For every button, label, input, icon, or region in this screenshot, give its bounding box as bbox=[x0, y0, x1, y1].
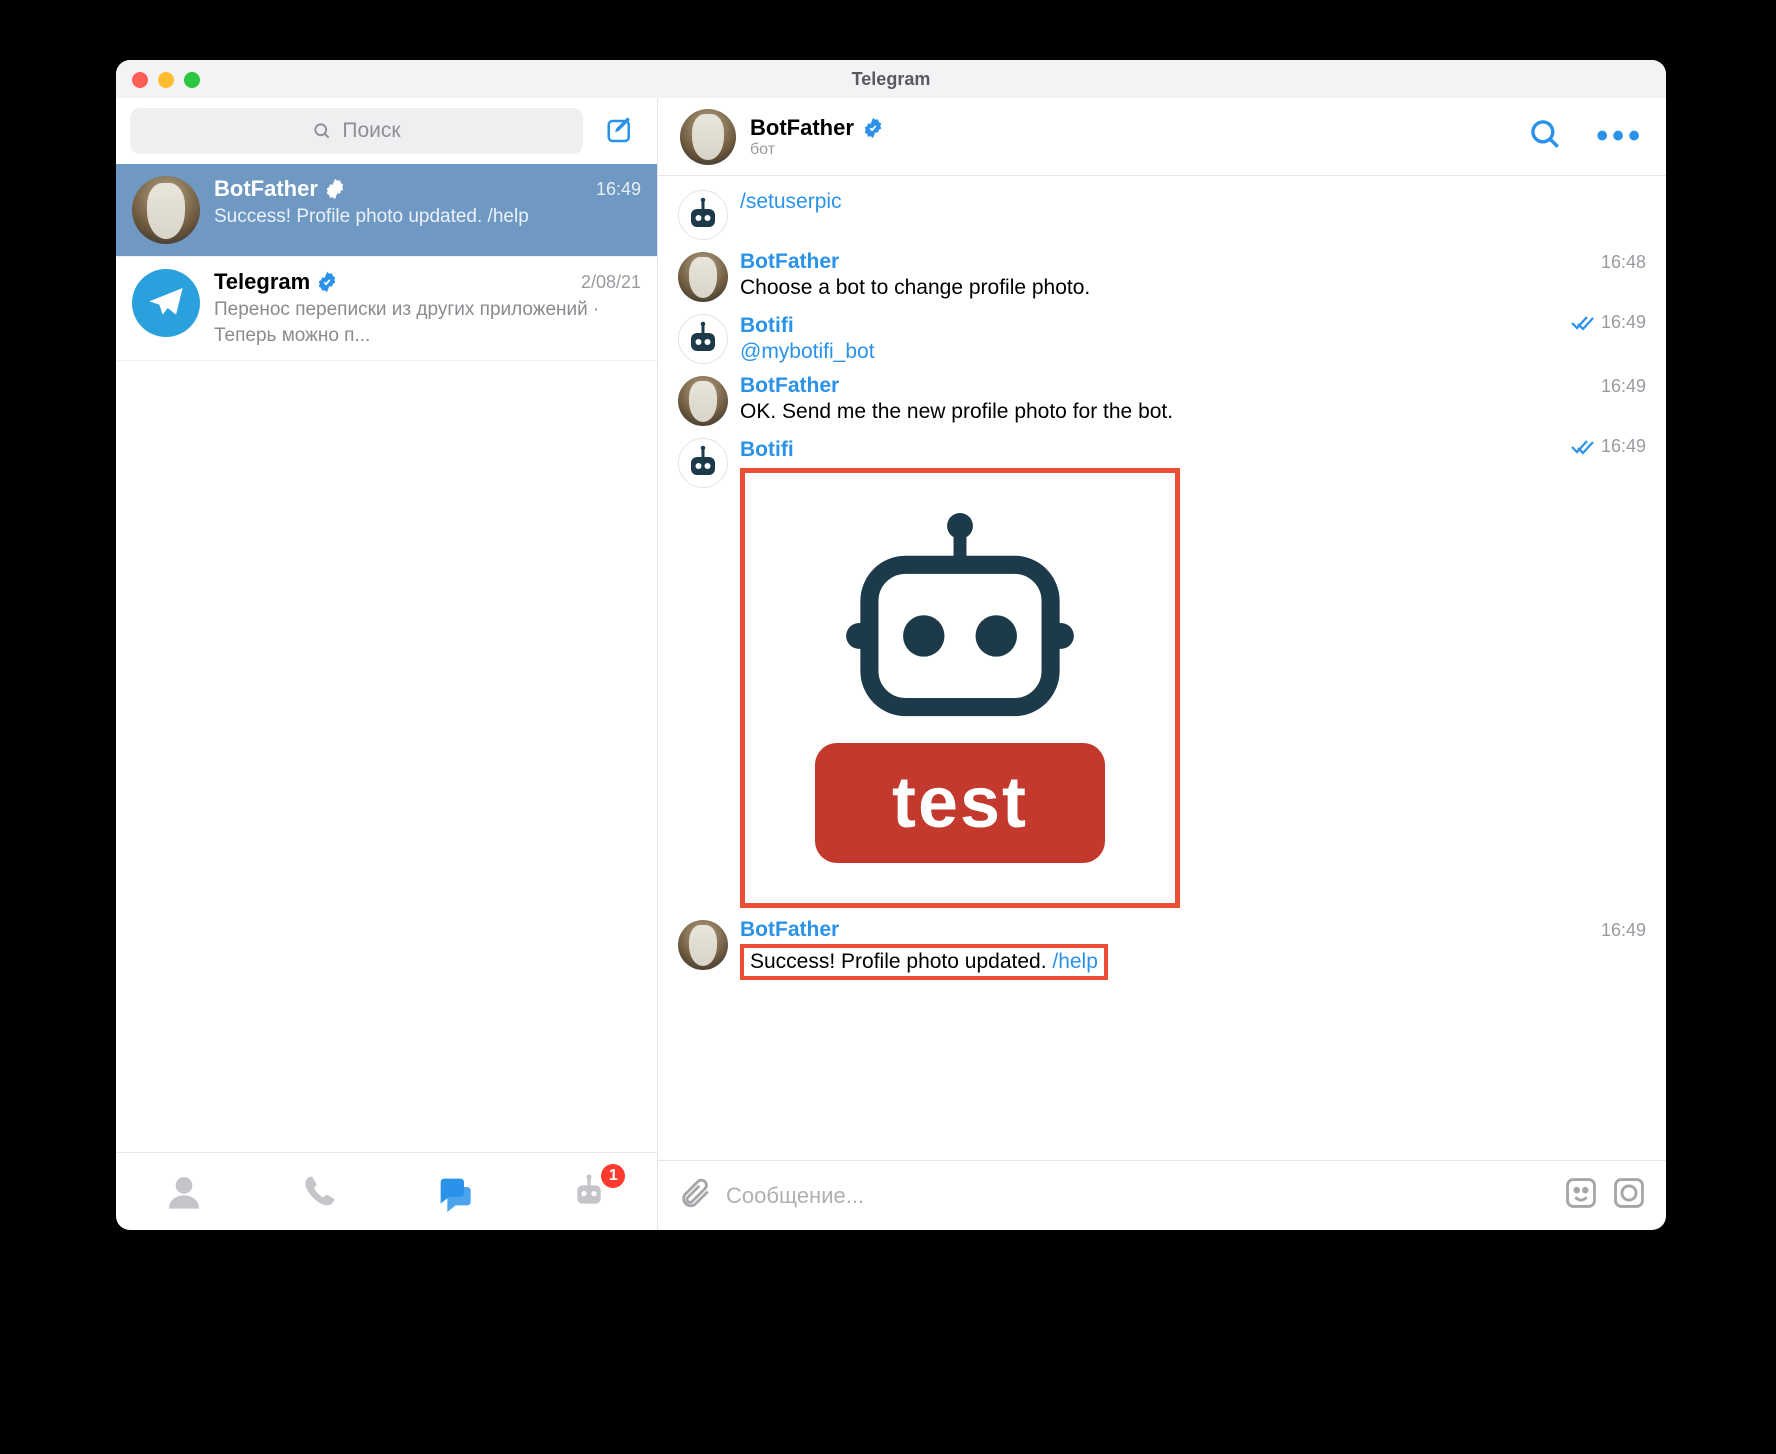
sticker-button[interactable] bbox=[1564, 1176, 1598, 1215]
window-title: Telegram bbox=[852, 69, 931, 90]
chat-preview: Перенос переписки из других приложений ·… bbox=[214, 297, 641, 348]
sender-name: BotFather bbox=[740, 374, 839, 398]
messages[interactable]: /setuserpic BotFather 16:48 Choose a bot… bbox=[658, 176, 1666, 1160]
message-time: 16:49 bbox=[1601, 436, 1646, 457]
composer bbox=[658, 1160, 1666, 1230]
phone-icon bbox=[299, 1172, 339, 1212]
chat-time: 16:49 bbox=[596, 179, 641, 200]
verified-icon bbox=[316, 271, 338, 293]
chat-preview: Success! Profile photo updated. /help bbox=[214, 204, 641, 230]
avatar bbox=[132, 269, 200, 337]
highlighted-message: Success! Profile photo updated. /help bbox=[740, 944, 1108, 980]
message: BotFather 16:49 Success! Profile photo u… bbox=[678, 918, 1646, 980]
circle-icon bbox=[1612, 1176, 1646, 1210]
robot-icon bbox=[830, 513, 1090, 733]
search-placeholder: Поиск bbox=[342, 119, 400, 143]
sender-name: Botifi bbox=[740, 314, 794, 338]
avatar bbox=[132, 176, 200, 244]
compose-icon bbox=[605, 116, 635, 146]
verified-icon bbox=[862, 117, 884, 139]
photo-label: test bbox=[815, 743, 1105, 863]
chat-name: Telegram bbox=[214, 269, 310, 295]
header-subtitle: бот bbox=[750, 141, 1514, 159]
avatar bbox=[678, 438, 728, 488]
nav-contacts[interactable] bbox=[154, 1168, 214, 1216]
nav-calls[interactable] bbox=[289, 1168, 349, 1216]
chat-item-telegram[interactable]: Telegram 2/08/21 Перенос переписки из др… bbox=[116, 257, 657, 361]
message-time: 16:49 bbox=[1601, 376, 1646, 397]
window-controls bbox=[132, 72, 200, 88]
maximize-window-button[interactable] bbox=[184, 72, 200, 88]
message: BotFather 16:49 OK. Send me the new prof… bbox=[678, 374, 1646, 426]
message: BotFather 16:48 Choose a bot to change p… bbox=[678, 250, 1646, 302]
message-time: 16:49 bbox=[1601, 312, 1646, 333]
chats-icon bbox=[434, 1172, 474, 1212]
chat-header: BotFather бот ••• bbox=[658, 98, 1666, 176]
compose-button[interactable] bbox=[597, 108, 643, 154]
nav-chats[interactable] bbox=[424, 1168, 484, 1216]
message-time: 16:49 bbox=[1601, 920, 1646, 941]
message-input[interactable] bbox=[726, 1183, 1550, 1209]
search-input[interactable]: Поиск bbox=[130, 108, 583, 154]
avatar bbox=[678, 314, 728, 364]
help-command-link[interactable]: /help bbox=[1052, 950, 1098, 973]
read-ticks-icon bbox=[1569, 314, 1595, 332]
chat-name: BotFather bbox=[214, 176, 318, 202]
message: /setuserpic bbox=[678, 188, 1646, 240]
sender-name: Botifi bbox=[740, 438, 794, 462]
avatar bbox=[678, 252, 728, 302]
person-icon bbox=[164, 1172, 204, 1212]
chat-item-botfather[interactable]: BotFather 16:49 Success! Profile photo u… bbox=[116, 164, 657, 257]
voice-button[interactable] bbox=[1612, 1176, 1646, 1215]
sticker-icon bbox=[1564, 1176, 1598, 1210]
verified-icon bbox=[324, 178, 346, 200]
command-link[interactable]: /setuserpic bbox=[740, 190, 842, 213]
search-icon bbox=[312, 121, 332, 141]
avatar bbox=[678, 190, 728, 240]
chat-pane: BotFather бот ••• bbox=[658, 98, 1666, 1230]
header-name: BotFather bbox=[750, 115, 854, 141]
more-button[interactable]: ••• bbox=[1596, 117, 1644, 156]
close-window-button[interactable] bbox=[132, 72, 148, 88]
sender-name: BotFather bbox=[740, 250, 839, 274]
avatar bbox=[678, 920, 728, 970]
title-bar: Telegram bbox=[116, 60, 1666, 98]
header-avatar[interactable] bbox=[680, 109, 736, 165]
telegram-icon bbox=[146, 283, 186, 323]
nav-badge: 1 bbox=[601, 1164, 625, 1188]
bottom-nav: 1 bbox=[116, 1152, 657, 1230]
header-info[interactable]: BotFather бот bbox=[750, 115, 1514, 159]
message-text: OK. Send me the new profile photo for th… bbox=[740, 400, 1646, 424]
avatar bbox=[678, 376, 728, 426]
message-text: Success! Profile photo updated. bbox=[750, 950, 1052, 973]
uploaded-photo[interactable]: test bbox=[740, 468, 1180, 908]
search-icon bbox=[1528, 117, 1562, 151]
mention-link[interactable]: @mybotifi_bot bbox=[740, 340, 875, 363]
nav-bots[interactable]: 1 bbox=[559, 1168, 619, 1216]
message: Botifi 16:49 bbox=[678, 436, 1646, 908]
chat-time: 2/08/21 bbox=[581, 272, 641, 293]
message-text: Choose a bot to change profile photo. bbox=[740, 276, 1646, 300]
search-in-chat-button[interactable] bbox=[1528, 117, 1562, 156]
sender-name: BotFather bbox=[740, 918, 839, 942]
message-time: 16:48 bbox=[1601, 252, 1646, 273]
attach-button[interactable] bbox=[678, 1176, 712, 1215]
app-window: Telegram Поиск bbox=[116, 60, 1666, 1230]
sidebar: Поиск BotFather bbox=[116, 98, 658, 1230]
minimize-window-button[interactable] bbox=[158, 72, 174, 88]
message: Botifi 16:49 @mybotifi_bot bbox=[678, 312, 1646, 364]
chat-list: BotFather 16:49 Success! Profile photo u… bbox=[116, 164, 657, 1152]
read-ticks-icon bbox=[1569, 438, 1595, 456]
paperclip-icon bbox=[678, 1176, 712, 1210]
